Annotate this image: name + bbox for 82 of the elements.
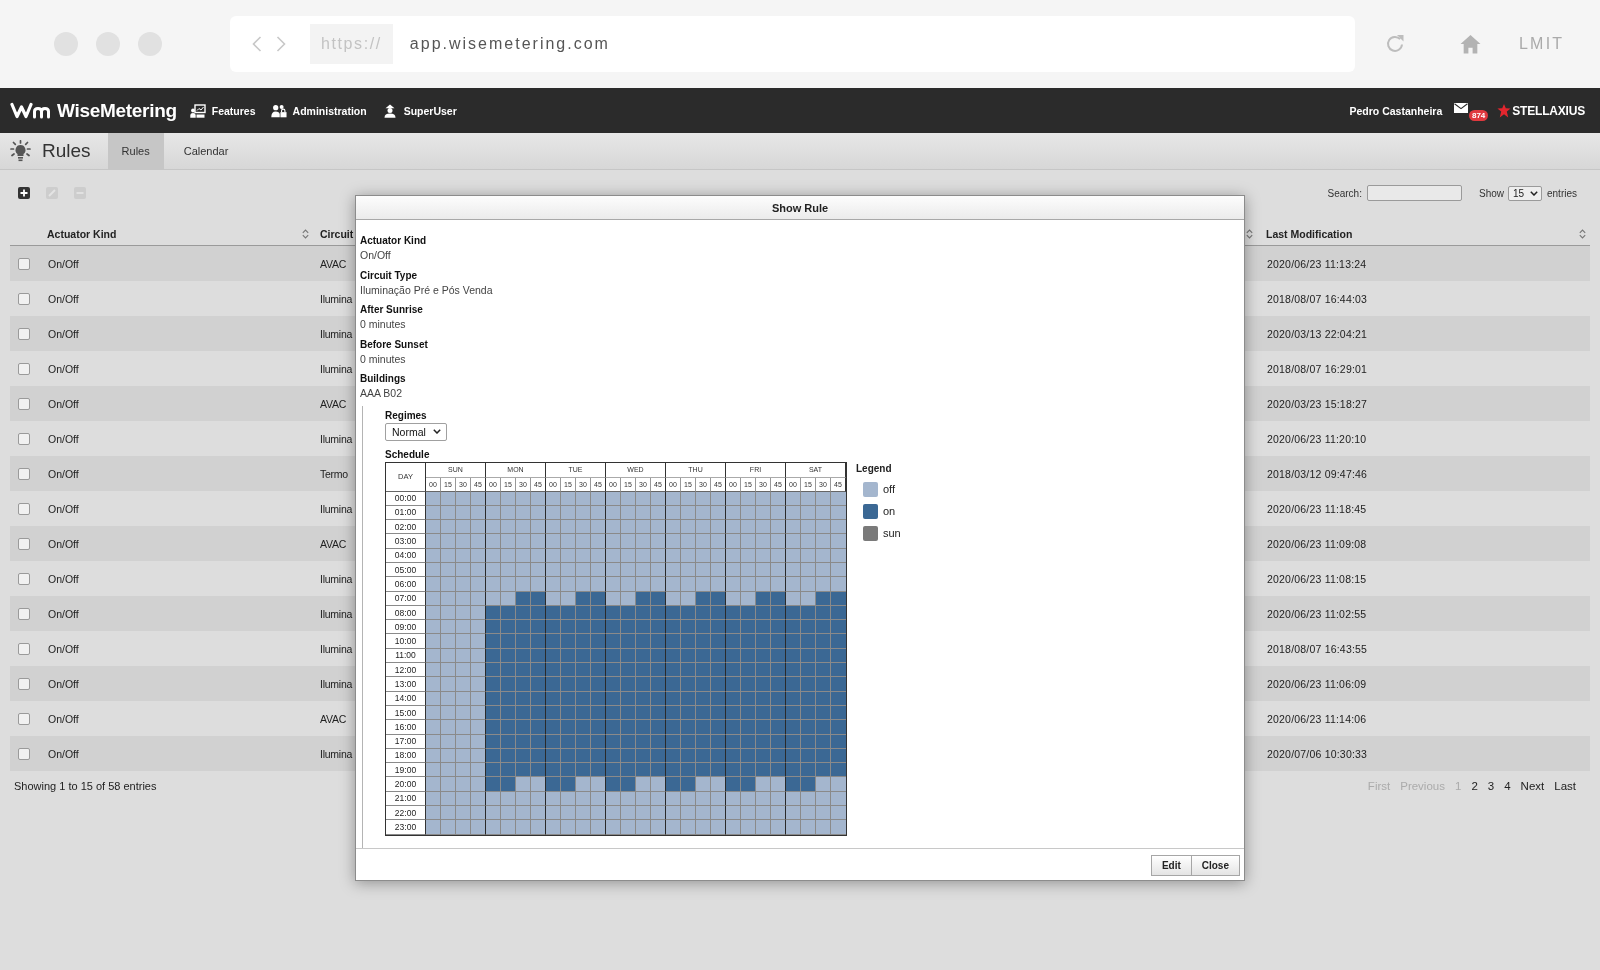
legend-title: Legend bbox=[856, 461, 893, 475]
table-cell: 2018/03/12 09:47:46 bbox=[1266, 467, 1368, 480]
table-cell: On/Off bbox=[48, 747, 79, 760]
time-label: 03:00 bbox=[386, 534, 426, 549]
time-label: 12:00 bbox=[386, 663, 426, 678]
field-label: Circuit Type bbox=[360, 268, 418, 283]
legend-label: off bbox=[883, 483, 896, 495]
company-name: STELLAXIUS bbox=[1512, 103, 1585, 118]
table-cell: AVAC bbox=[320, 537, 347, 550]
legend-label: on bbox=[883, 505, 896, 517]
table-cell: Ilumina bbox=[320, 572, 353, 585]
field-value: AAA B02 bbox=[360, 386, 403, 401]
table-cell: 2020/07/06 10:30:33 bbox=[1266, 747, 1368, 760]
table-cell: 2020/03/23 15:18:27 bbox=[1266, 397, 1368, 410]
time-label: 02:00 bbox=[386, 520, 426, 535]
field-value: 0 minutes bbox=[360, 351, 406, 367]
search-label: Search: bbox=[1327, 187, 1362, 199]
table-cell: Ilumina bbox=[320, 292, 353, 305]
table-cell: Ilumina bbox=[320, 432, 353, 445]
table-cell: On/Off bbox=[48, 677, 79, 690]
time-label: 23:00 bbox=[386, 820, 426, 835]
time-label: 16:00 bbox=[386, 720, 426, 735]
table-cell: Ilumina bbox=[320, 327, 353, 340]
url-text: app.wisemetering.com bbox=[409, 35, 610, 53]
table-cell: On/Off bbox=[48, 327, 79, 340]
table-cell: Ilumina bbox=[320, 607, 353, 620]
field-label: Regimes bbox=[385, 408, 427, 423]
table-cell: On/Off bbox=[48, 712, 79, 725]
entries-label: entries bbox=[1547, 187, 1577, 199]
table-cell: Ilumina bbox=[320, 642, 353, 655]
table-cell: On/Off bbox=[48, 362, 79, 375]
table-cell: 2020/06/23 11:18:45 bbox=[1266, 502, 1367, 515]
page-title: Rules bbox=[42, 140, 91, 162]
table-cell: 2018/08/07 16:43:55 bbox=[1266, 642, 1368, 655]
table-cell: Ilumina bbox=[320, 677, 353, 690]
table-cell: 2020/06/23 11:06:09 bbox=[1266, 677, 1367, 690]
time-label: 10:00 bbox=[386, 634, 426, 649]
field-value: Iluminação Pré e Pós Venda bbox=[360, 282, 493, 298]
table-cell: On/Off bbox=[48, 292, 79, 305]
time-label: 19:00 bbox=[386, 763, 426, 778]
field-label: Buildings bbox=[360, 372, 406, 386]
table-cell: On/Off bbox=[48, 432, 79, 445]
table-cell: AVAC bbox=[320, 712, 347, 725]
show-label: Show bbox=[1478, 187, 1504, 199]
dialog-title: Show Rule bbox=[771, 201, 829, 214]
time-label: 09:00 bbox=[386, 620, 426, 635]
table-cell: Termo bbox=[320, 467, 348, 480]
legend-label: sun bbox=[883, 527, 901, 539]
time-label: 13:00 bbox=[386, 677, 426, 692]
table-cell: 2020/06/23 11:08:15 bbox=[1266, 572, 1367, 585]
table-cell: On/Off bbox=[48, 257, 79, 270]
table-cell: Ilumina bbox=[320, 502, 353, 515]
table-cell: On/Off bbox=[48, 607, 79, 620]
table-cell: AVAC bbox=[320, 397, 347, 410]
field-label: After Sunrise bbox=[360, 303, 423, 317]
table-cell: 2020/06/23 11:02:55 bbox=[1266, 607, 1367, 620]
table-cell: AVAC bbox=[320, 257, 347, 270]
entries-info: Showing 1 to 15 of 58 entries bbox=[14, 780, 157, 792]
table-cell: 2020/06/23 11:13:24 bbox=[1266, 257, 1367, 270]
table-cell: On/Off bbox=[48, 397, 79, 410]
time-label: 06:00 bbox=[386, 577, 426, 592]
field-value: On/Off bbox=[360, 248, 391, 263]
table-cell: 2018/08/07 16:44:03 bbox=[1266, 292, 1368, 305]
table-cell: 2020/06/23 11:14:06 bbox=[1266, 712, 1367, 725]
table-cell: 2020/06/23 11:20:10 bbox=[1266, 432, 1367, 445]
table-cell: Ilumina bbox=[320, 362, 353, 375]
table-cell: 2018/08/07 16:29:01 bbox=[1266, 362, 1368, 375]
table-cell: 2020/03/13 22:04:21 bbox=[1266, 327, 1368, 340]
table-cell: On/Off bbox=[48, 467, 79, 480]
table-cell: Ilumina bbox=[320, 747, 353, 760]
table-cell: On/Off bbox=[48, 642, 79, 655]
time-label: 20:00 bbox=[386, 777, 426, 792]
table-cell: On/Off bbox=[48, 572, 79, 585]
field-label: Schedule bbox=[385, 447, 430, 462]
unread-count-badge: 874 bbox=[1468, 109, 1489, 121]
field-label: Actuator Kind bbox=[360, 234, 427, 248]
table-cell: On/Off bbox=[48, 537, 79, 550]
table-cell: On/Off bbox=[48, 502, 79, 515]
table-cell: 2020/06/23 11:09:08 bbox=[1266, 537, 1367, 550]
field-value: 0 minutes bbox=[360, 317, 406, 332]
time-label: 22:00 bbox=[386, 806, 426, 821]
field-label: Before Sunset bbox=[360, 337, 428, 352]
